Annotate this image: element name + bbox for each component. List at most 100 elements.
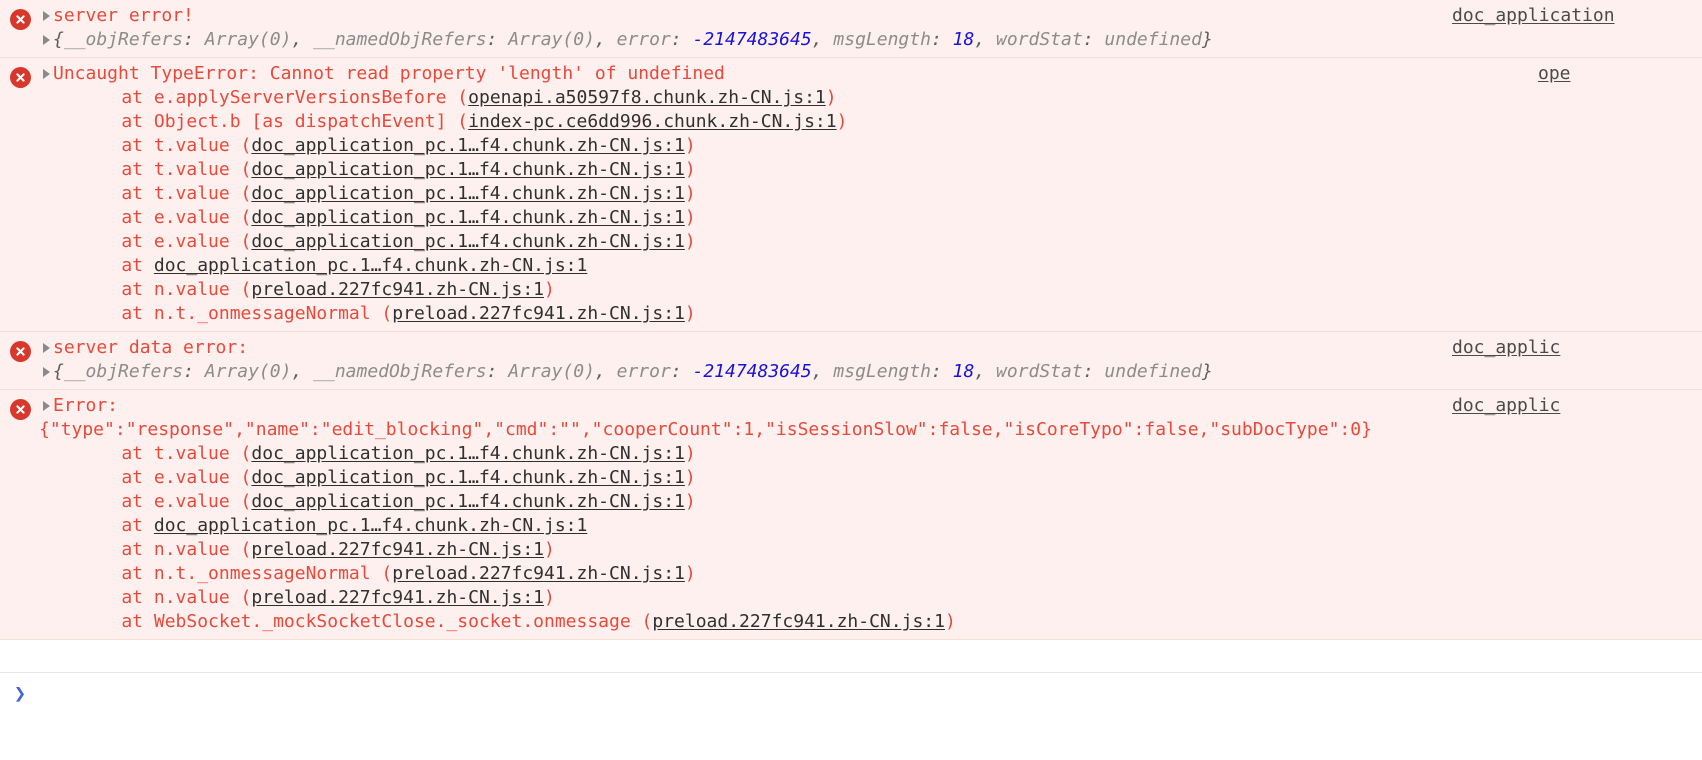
stack-frame-suffix: ) — [684, 231, 696, 252]
console-input[interactable] — [38, 683, 1694, 705]
stack-frame-link[interactable]: preload.227fc941.zh-CN.js:1 — [251, 539, 544, 560]
object-key: __namedObjRefers — [313, 29, 487, 50]
stack-frame-prefix: at — [78, 255, 154, 276]
stack-frame[interactable]: at e.applyServerVersionsBefore (openapi.… — [0, 86, 1702, 110]
stack-frame-prefix: at — [78, 515, 154, 536]
stack-frame[interactable]: at e.value (doc_application_pc.1…f4.chun… — [0, 466, 1702, 490]
stack-frame[interactable]: at t.value (doc_application_pc.1…f4.chun… — [0, 442, 1702, 466]
stack-frame-suffix: ) — [544, 539, 555, 560]
console-message-title: Error: — [53, 395, 119, 416]
stack-frame-suffix: ) — [684, 563, 696, 584]
object-key: __objRefers — [63, 361, 184, 382]
console-prompt-row[interactable]: ❯ — [0, 672, 1702, 759]
stack-frame-suffix: ) — [684, 135, 696, 156]
stack-frame[interactable]: at Object.b [as dispatchEvent] (index-pc… — [0, 110, 1702, 134]
stack-frame[interactable]: at doc_application_pc.1…f4.chunk.zh-CN.j… — [0, 254, 1702, 278]
object-key: wordStat — [996, 29, 1083, 50]
object-key: __objRefers — [63, 29, 184, 50]
stack-frame-prefix: at WebSocket._mockSocketClose._socket.on… — [78, 611, 653, 632]
stack-frame[interactable]: at e.value (doc_application_pc.1…f4.chun… — [0, 490, 1702, 514]
stack-frame-link[interactable]: doc_application_pc.1…f4.chunk.zh-CN.js:1 — [154, 255, 587, 276]
stack-frame[interactable]: at n.value (preload.227fc941.zh-CN.js:1) — [0, 586, 1702, 610]
stack-frame-link[interactable]: doc_application_pc.1…f4.chunk.zh-CN.js:1 — [251, 159, 684, 180]
source-link[interactable]: ope — [1538, 62, 1571, 86]
stack-frame-suffix: ) — [684, 491, 696, 512]
stack-frame-link[interactable]: doc_application_pc.1…f4.chunk.zh-CN.js:1 — [154, 515, 587, 536]
stack-frame[interactable]: at n.t._onmessageNormal (preload.227fc94… — [0, 302, 1702, 326]
stack-frame[interactable]: at t.value (doc_application_pc.1…f4.chun… — [0, 182, 1702, 206]
stack-frame[interactable]: at n.value (preload.227fc941.zh-CN.js:1) — [0, 538, 1702, 562]
stack-frame-link[interactable]: doc_application_pc.1…f4.chunk.zh-CN.js:1 — [251, 231, 684, 252]
console-message-title-row[interactable]: server error! — [0, 4, 1702, 28]
stack-frame[interactable]: at n.value (preload.227fc941.zh-CN.js:1) — [0, 278, 1702, 302]
stack-frame-prefix: at Object.b [as dispatchEvent] ( — [78, 111, 469, 132]
object-value: Array(0) — [508, 361, 595, 382]
stack-frame-suffix: ) — [684, 443, 696, 464]
stack-frame[interactable]: at n.t._onmessageNormal (preload.227fc94… — [0, 562, 1702, 586]
object-value: Array(0) — [204, 361, 292, 382]
stack-frame-link[interactable]: doc_application_pc.1…f4.chunk.zh-CN.js:1 — [251, 467, 684, 488]
stack-frame-link[interactable]: index-pc.ce6dd996.chunk.zh-CN.js:1 — [468, 111, 836, 132]
stack-frame-prefix: at t.value ( — [78, 159, 252, 180]
object-value: Array(0) — [204, 29, 292, 50]
stack-frame[interactable]: at t.value (doc_application_pc.1…f4.chun… — [0, 158, 1702, 182]
console-message-error[interactable]: Uncaught TypeError: Cannot read property… — [0, 57, 1702, 332]
console-message-title-row[interactable]: Uncaught TypeError: Cannot read property… — [0, 62, 1702, 86]
stack-frame-suffix: ) — [544, 279, 555, 300]
stack-frame-suffix: ) — [684, 183, 696, 204]
stack-frame-link[interactable]: openapi.a50597f8.chunk.zh-CN.js:1 — [468, 87, 826, 108]
source-link[interactable]: doc_application — [1452, 4, 1615, 28]
stack-frame-link[interactable]: doc_application_pc.1…f4.chunk.zh-CN.js:1 — [251, 183, 684, 204]
object-key: wordStat — [996, 361, 1083, 382]
stack-frame-prefix: at e.value ( — [78, 491, 252, 512]
object-key: error — [616, 361, 671, 382]
stack-frame-link[interactable]: doc_application_pc.1…f4.chunk.zh-CN.js:1 — [251, 207, 684, 228]
error-circle-icon — [10, 399, 31, 420]
disclosure-triangle-icon[interactable] — [43, 343, 50, 353]
object-value-number: 18 — [952, 29, 975, 50]
console-message-title-row[interactable]: Error: — [0, 394, 1702, 418]
stack-frame-link[interactable]: doc_application_pc.1…f4.chunk.zh-CN.js:1 — [251, 135, 684, 156]
console-message-error[interactable]: server data error: { __objRefers: Array(… — [0, 331, 1702, 390]
object-open-brace: { — [53, 29, 64, 50]
object-key: __namedObjRefers — [313, 361, 487, 382]
stack-frame[interactable]: at doc_application_pc.1…f4.chunk.zh-CN.j… — [0, 514, 1702, 538]
object-value: undefined — [1104, 29, 1202, 50]
stack-frame-suffix: ) — [684, 159, 696, 180]
stack-frame-prefix: at n.t._onmessageNormal ( — [78, 563, 393, 584]
stack-frame-prefix: at e.value ( — [78, 207, 252, 228]
stack-frame-prefix: at t.value ( — [78, 443, 252, 464]
object-close-brace: } — [1201, 29, 1213, 50]
object-preview-row[interactable]: { __objRefers: Array(0), __namedObjRefer… — [0, 28, 1702, 52]
stack-frame-link[interactable]: preload.227fc941.zh-CN.js:1 — [652, 611, 945, 632]
source-link[interactable]: doc_applic — [1452, 336, 1560, 360]
disclosure-triangle-icon[interactable] — [43, 35, 50, 45]
console-message-title: server data error: — [53, 337, 249, 358]
stack-frame-suffix: ) — [684, 303, 696, 324]
object-preview-row[interactable]: { __objRefers: Array(0), __namedObjRefer… — [0, 360, 1702, 384]
stack-frame-prefix: at n.value ( — [78, 279, 252, 300]
disclosure-triangle-icon[interactable] — [43, 367, 50, 377]
stack-frame[interactable]: at t.value (doc_application_pc.1…f4.chun… — [0, 134, 1702, 158]
disclosure-triangle-icon[interactable] — [43, 69, 50, 79]
stack-frame-link[interactable]: doc_application_pc.1…f4.chunk.zh-CN.js:1 — [251, 491, 684, 512]
console-message-error[interactable]: Error: {"type":"response","name":"edit_b… — [0, 389, 1702, 640]
stack-frame-link[interactable]: preload.227fc941.zh-CN.js:1 — [392, 303, 685, 324]
stack-frame-link[interactable]: doc_application_pc.1…f4.chunk.zh-CN.js:1 — [251, 443, 684, 464]
devtools-console-panel[interactable]: server error! { __objRefers: Array(0), _… — [0, 0, 1702, 759]
source-link[interactable]: doc_applic — [1452, 394, 1560, 418]
disclosure-triangle-icon[interactable] — [43, 401, 50, 411]
disclosure-triangle-icon[interactable] — [43, 11, 50, 21]
console-message-title-row[interactable]: server data error: — [0, 336, 1702, 360]
stack-frame[interactable]: at e.value (doc_application_pc.1…f4.chun… — [0, 230, 1702, 254]
stack-frame-link[interactable]: preload.227fc941.zh-CN.js:1 — [251, 587, 544, 608]
stack-frame-suffix: ) — [836, 111, 848, 132]
object-key: msgLength — [833, 29, 931, 50]
stack-frame-link[interactable]: preload.227fc941.zh-CN.js:1 — [251, 279, 544, 300]
error-circle-icon — [10, 341, 31, 362]
console-message-error[interactable]: server error! { __objRefers: Array(0), _… — [0, 0, 1702, 58]
stack-frame-link[interactable]: preload.227fc941.zh-CN.js:1 — [392, 563, 685, 584]
error-payload-json: {"type":"response","name":"edit_blocking… — [39, 419, 1372, 440]
stack-frame[interactable]: at e.value (doc_application_pc.1…f4.chun… — [0, 206, 1702, 230]
stack-frame[interactable]: at WebSocket._mockSocketClose._socket.on… — [0, 610, 1702, 634]
